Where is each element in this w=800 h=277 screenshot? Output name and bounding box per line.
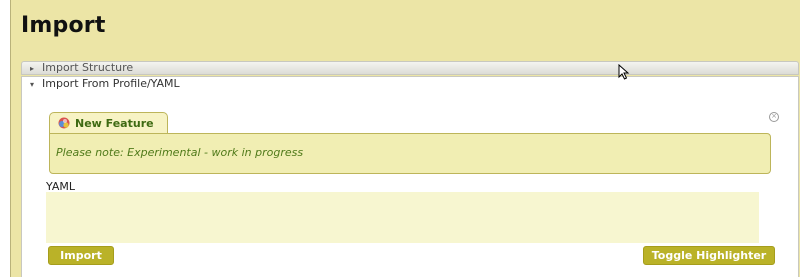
- notice-message: Please note: Experimental - work in prog…: [56, 146, 304, 159]
- expand-arrow-icon: ▸: [30, 64, 35, 73]
- feature-icon: [58, 117, 70, 129]
- notice-box: Please note: Experimental - work in prog…: [49, 133, 771, 174]
- import-profile-panel: × New Feature Please note: Experimental …: [21, 90, 799, 277]
- section-label: Import From Profile/YAML: [42, 77, 180, 90]
- yaml-input[interactable]: [46, 192, 759, 243]
- section-import-structure[interactable]: ▸ Import Structure: [21, 61, 799, 75]
- mouse-cursor-icon: [618, 64, 630, 80]
- section-label: Import Structure: [42, 61, 134, 74]
- page-title: Import: [21, 13, 106, 38]
- page-container: Import ▸ Import Structure ▾ Import From Pr…: [10, 0, 800, 277]
- import-button[interactable]: Import: [48, 246, 114, 265]
- tab-label: New Feature: [75, 117, 154, 130]
- toggle-highlighter-button[interactable]: Toggle Highlighter: [643, 246, 775, 265]
- close-icon[interactable]: ×: [769, 112, 779, 122]
- new-feature-tab: New Feature: [49, 112, 168, 134]
- section-import-profile[interactable]: ▾ Import From Profile/YAML: [21, 76, 799, 90]
